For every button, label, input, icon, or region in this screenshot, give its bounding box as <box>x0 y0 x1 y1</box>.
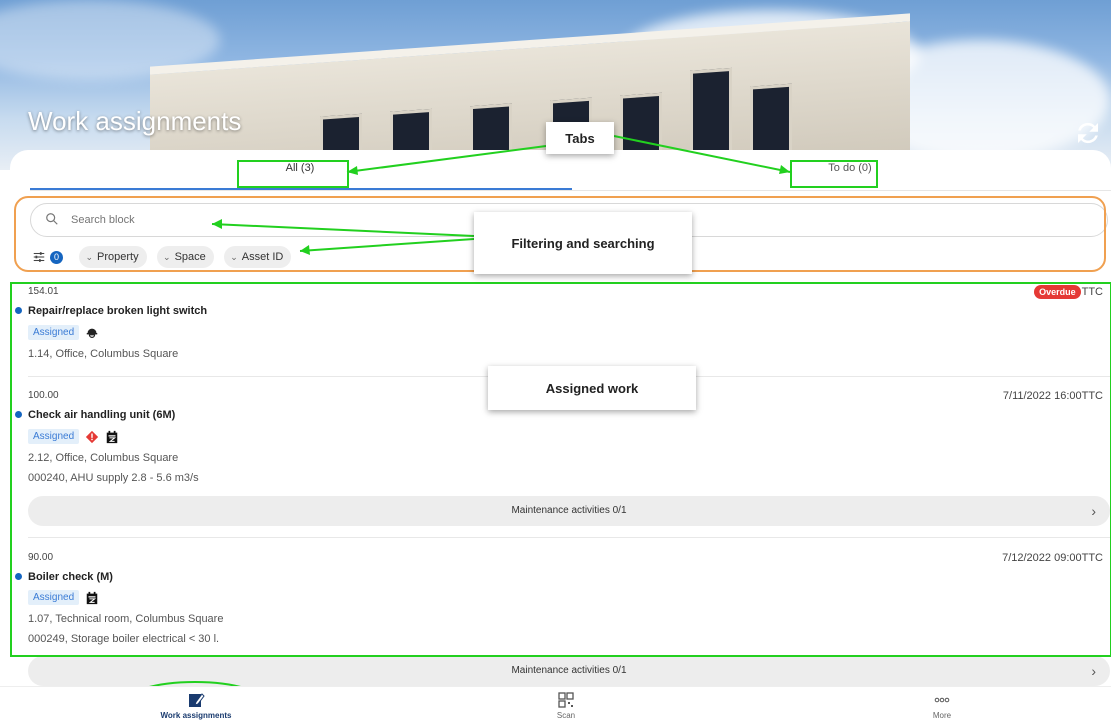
chevron-right-icon: › <box>1091 663 1096 679</box>
nav-scan[interactable]: Scan <box>506 691 626 720</box>
refresh-icon[interactable] <box>1073 118 1103 148</box>
tab-divider <box>30 190 1111 191</box>
maintenance-label: Maintenance activities 0/1 <box>511 665 627 676</box>
page-title: Work assignments <box>28 106 242 136</box>
maintenance-activities-button[interactable]: Maintenance activities 0/1 › <box>28 656 1110 686</box>
callout-filtering: Filtering and searching <box>474 212 692 274</box>
nav-work-assignments[interactable]: Work assignments <box>136 691 256 720</box>
bottom-navigation: Work assignments Scan More <box>0 686 1111 727</box>
callout-tabs: Tabs <box>546 122 614 154</box>
qr-icon <box>558 692 574 708</box>
nav-label: Work assignments <box>160 711 232 720</box>
building-photo <box>150 13 910 170</box>
tabs-highlight-all <box>237 160 349 188</box>
tab-bar: All (3) To do (0) <box>20 150 1111 191</box>
tabs-highlight-todo <box>790 160 878 188</box>
callout-assigned-work: Assigned work <box>488 366 696 410</box>
nav-more[interactable]: More <box>882 691 1002 720</box>
nav-label: More <box>932 711 952 720</box>
edit-icon <box>189 693 205 707</box>
more-icon <box>934 697 950 703</box>
assigned-work-highlight <box>10 282 1111 657</box>
nav-label: Scan <box>556 711 576 720</box>
